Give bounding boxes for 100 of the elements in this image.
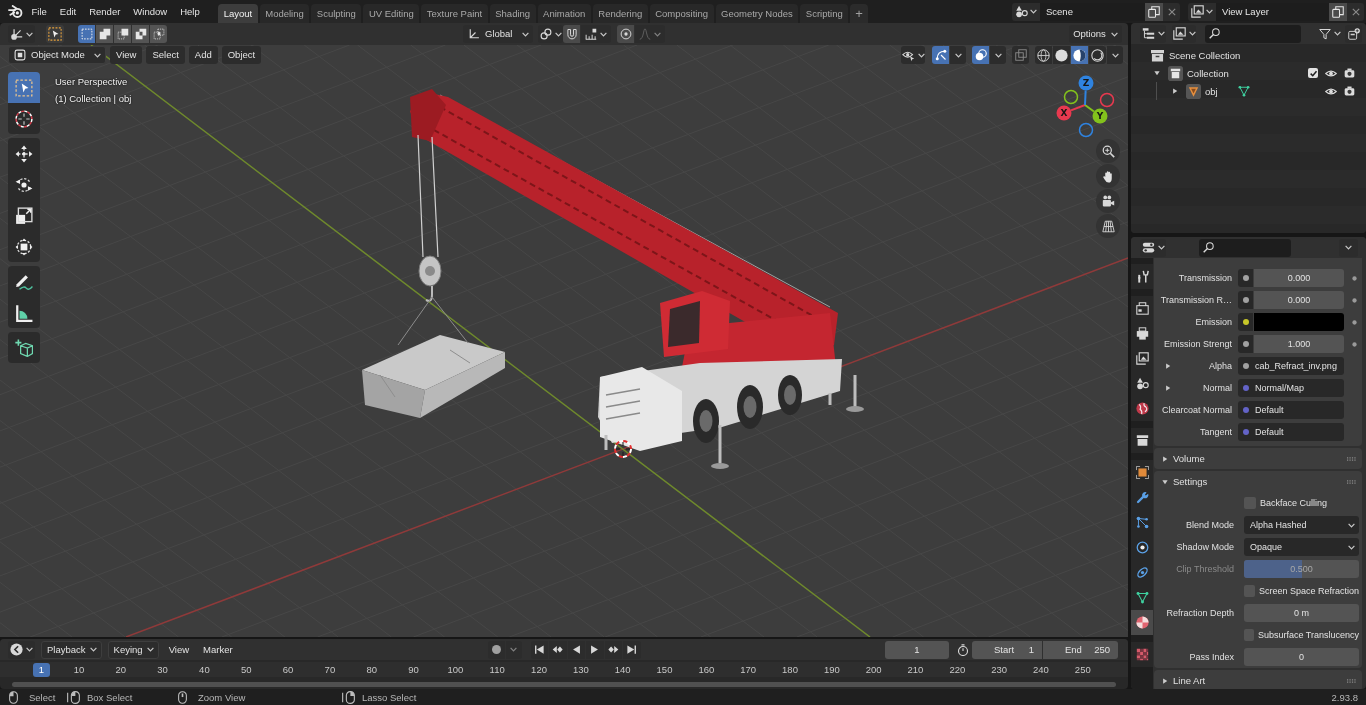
scene-collection-label[interactable]: Scene Collection bbox=[1169, 49, 1241, 61]
object-label[interactable]: obj bbox=[1205, 85, 1218, 97]
default-input-field[interactable]: Default bbox=[1238, 401, 1344, 419]
overlays-dropdown[interactable] bbox=[990, 46, 1006, 64]
pan-button[interactable] bbox=[1096, 164, 1120, 188]
workspace-tab[interactable]: UV Editing bbox=[363, 4, 420, 23]
camera-view-button[interactable] bbox=[1096, 189, 1120, 213]
negative-axis-button[interactable] bbox=[1078, 122, 1094, 138]
editor-type-button[interactable] bbox=[8, 640, 35, 659]
workspace-tab[interactable]: Sculpting bbox=[311, 4, 362, 23]
editor-type-button[interactable] bbox=[1140, 238, 1166, 257]
menu-button[interactable]: Select bbox=[146, 46, 185, 64]
timeline-scrollbar[interactable] bbox=[12, 682, 1116, 687]
menu-button[interactable]: Add bbox=[188, 46, 218, 64]
view-axis-button[interactable]: X bbox=[1056, 105, 1072, 121]
workspace-tab[interactable]: Layout bbox=[218, 4, 258, 23]
number-field[interactable]: 0.000 bbox=[1254, 291, 1344, 309]
shading-mode-button[interactable] bbox=[1071, 46, 1088, 64]
number-field[interactable]: 0.000 bbox=[1254, 269, 1344, 287]
dropdown-menu-button[interactable]: Playback bbox=[41, 640, 102, 659]
selection-mode-button[interactable] bbox=[150, 25, 167, 43]
dropdown-field[interactable]: Opaque bbox=[1244, 538, 1359, 556]
checkbox[interactable] bbox=[1308, 68, 1318, 78]
socket-button[interactable] bbox=[1238, 335, 1253, 353]
keyframe-dot-icon[interactable] bbox=[1352, 275, 1357, 281]
play-reverse-button[interactable] bbox=[567, 640, 585, 659]
add-workspace-button[interactable]: + bbox=[850, 4, 868, 23]
tool-button[interactable] bbox=[8, 297, 40, 328]
start-frame-field[interactable]: Start 1 bbox=[972, 640, 1042, 659]
zoom-button[interactable] bbox=[1096, 139, 1120, 163]
shading-mode-button[interactable] bbox=[1035, 46, 1052, 64]
keying-dropdown[interactable] bbox=[505, 640, 522, 659]
number-field[interactable]: 0 bbox=[1244, 648, 1359, 666]
menu-button[interactable]: View bbox=[110, 46, 143, 64]
disclosure-triangle-icon[interactable] bbox=[1165, 385, 1171, 391]
keyframe-dot-icon[interactable] bbox=[1352, 319, 1357, 325]
disclosure-triangle-icon[interactable] bbox=[1172, 88, 1178, 94]
menu-button[interactable]: Window bbox=[126, 2, 174, 21]
mode-dropdown[interactable]: Object Mode bbox=[8, 46, 106, 64]
duplicate-button[interactable] bbox=[1145, 2, 1163, 21]
default-input-field[interactable]: Default bbox=[1238, 423, 1344, 441]
editor-type-button[interactable] bbox=[8, 25, 35, 43]
browse-button[interactable] bbox=[1188, 2, 1216, 21]
menu-button[interactable]: Marker bbox=[199, 640, 237, 659]
socket-button[interactable] bbox=[1238, 269, 1253, 287]
tool-button[interactable] bbox=[8, 332, 40, 363]
overlays-toggle[interactable] bbox=[972, 46, 989, 64]
linked-input-field[interactable]: cab_Refract_inv.png bbox=[1238, 357, 1344, 375]
selection-mode-button[interactable] bbox=[132, 25, 149, 43]
tool-button[interactable] bbox=[8, 103, 40, 134]
linked-input-field[interactable]: Normal/Map bbox=[1238, 379, 1344, 397]
proportional-edit-toggle[interactable] bbox=[617, 25, 634, 43]
menu-button[interactable]: File bbox=[25, 2, 54, 21]
camera-icon[interactable] bbox=[1344, 86, 1355, 96]
workspace-tab[interactable]: Geometry Nodes bbox=[715, 4, 799, 23]
options-dropdown[interactable] bbox=[1339, 238, 1358, 257]
selectability-dropdown[interactable] bbox=[901, 46, 925, 64]
menu-button[interactable]: Help bbox=[173, 2, 207, 21]
menu-button[interactable]: View bbox=[164, 640, 194, 659]
socket-button[interactable] bbox=[1238, 291, 1253, 309]
browse-button[interactable] bbox=[1012, 2, 1040, 21]
remove-button[interactable] bbox=[1163, 2, 1180, 21]
panel-header[interactable]: Volume bbox=[1154, 448, 1362, 469]
new-collection-button[interactable] bbox=[1345, 24, 1362, 43]
workspace-tab[interactable]: Rendering bbox=[592, 4, 648, 23]
app-logo-icon[interactable] bbox=[8, 5, 23, 18]
shading-mode-button[interactable] bbox=[1089, 46, 1106, 64]
workspace-tab[interactable]: Compositing bbox=[649, 4, 714, 23]
tool-button[interactable] bbox=[8, 138, 40, 169]
selection-mode-button[interactable] bbox=[78, 25, 95, 43]
keyframe-dot-icon[interactable] bbox=[1352, 341, 1357, 347]
workspace-tab[interactable]: Animation bbox=[537, 4, 591, 23]
selection-mode-button[interactable] bbox=[96, 25, 113, 43]
disclosure-triangle-icon[interactable] bbox=[1165, 363, 1171, 369]
xray-toggle[interactable] bbox=[1012, 46, 1029, 64]
menu-button[interactable]: Edit bbox=[53, 2, 83, 21]
workspace-tab[interactable]: Scripting bbox=[800, 4, 849, 23]
eye-icon[interactable] bbox=[1325, 68, 1337, 78]
collection-label[interactable]: Collection bbox=[1187, 67, 1229, 79]
selection-mode-button[interactable] bbox=[114, 25, 131, 43]
snap-target-dropdown[interactable] bbox=[581, 25, 611, 43]
perspective-toggle[interactable] bbox=[1096, 214, 1120, 238]
view-axis-button[interactable]: Y bbox=[1092, 108, 1108, 124]
dropdown-menu-button[interactable]: Keying bbox=[107, 640, 159, 659]
properties-tab[interactable] bbox=[1131, 610, 1153, 635]
current-frame-marker[interactable]: 1 bbox=[33, 662, 50, 677]
jump-to-start-button[interactable] bbox=[530, 640, 548, 659]
negative-axis-button[interactable] bbox=[1099, 92, 1115, 108]
menu-button[interactable]: Render bbox=[82, 2, 127, 21]
search-field[interactable] bbox=[1205, 24, 1302, 43]
shading-dropdown[interactable] bbox=[1107, 46, 1123, 64]
duplicate-button[interactable] bbox=[1329, 2, 1347, 21]
number-field[interactable]: 0 m bbox=[1244, 604, 1359, 622]
eye-icon[interactable] bbox=[1325, 86, 1337, 96]
number-field[interactable]: 1.000 bbox=[1254, 335, 1344, 353]
jump-to-end-button[interactable] bbox=[623, 640, 641, 659]
menu-button[interactable]: Object bbox=[221, 46, 262, 64]
active-tool-button[interactable] bbox=[46, 25, 64, 43]
panel-header[interactable]: Settings bbox=[1154, 471, 1362, 492]
shading-mode-button[interactable] bbox=[1053, 46, 1070, 64]
